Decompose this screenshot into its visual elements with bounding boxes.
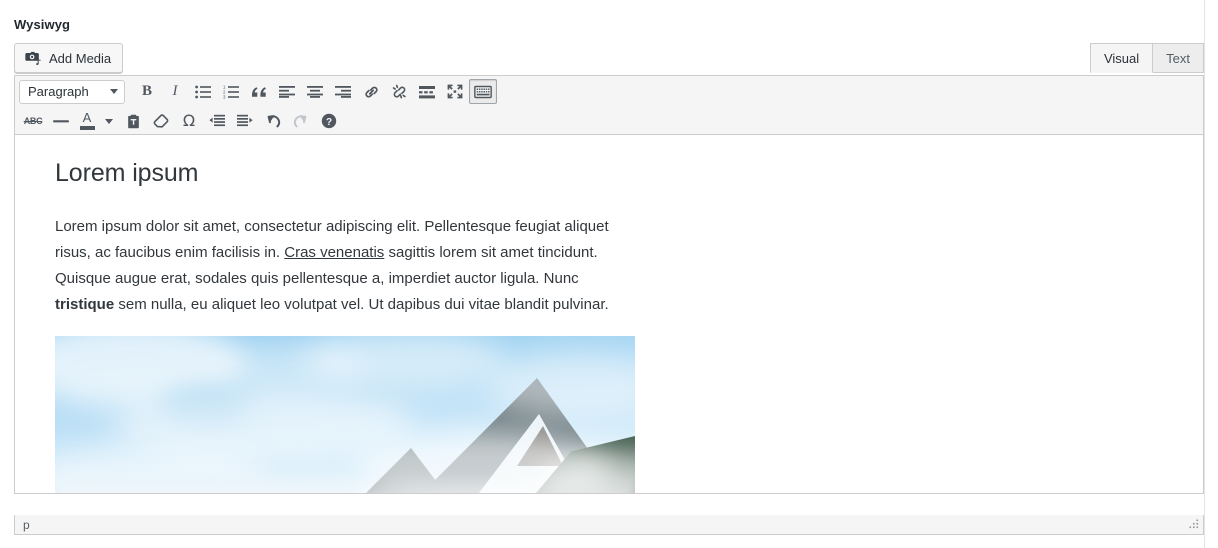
paste-as-text-button[interactable] [119, 109, 147, 134]
tab-text-label: Text [1166, 50, 1190, 66]
horizontal-line-button[interactable] [47, 109, 75, 134]
element-path[interactable]: p [23, 518, 30, 532]
editor-content-area[interactable]: Lorem ipsum Lorem ipsum dolor sit amet, … [14, 135, 1204, 494]
text-color-dropdown[interactable] [99, 109, 119, 134]
question-mark-circle-icon: ? [321, 113, 337, 129]
page-title: Wysiwyg [14, 17, 71, 32]
increase-indent-button[interactable] [231, 109, 259, 134]
keyboard-icon [474, 85, 492, 99]
fullscreen-button[interactable] [441, 79, 469, 104]
indent-icon [237, 114, 253, 128]
page-edge-divider [1204, 0, 1205, 548]
tab-visual[interactable]: Visual [1089, 43, 1154, 73]
document-body[interactable]: Lorem ipsum Lorem ipsum dolor sit amet, … [15, 135, 1203, 493]
align-right-icon [335, 85, 351, 99]
inline-bold: tristique [55, 296, 115, 313]
clipboard-text-icon [126, 114, 141, 129]
inline-link[interactable]: Cras venenatis [284, 244, 384, 261]
align-right-button[interactable] [329, 79, 357, 104]
omega-icon: Ω [182, 111, 196, 130]
keyboard-shortcuts-button[interactable] [469, 79, 497, 104]
bulleted-list-button[interactable] [189, 79, 217, 104]
toolbar-row-primary: Paragraph B I 1 2 3 [15, 76, 1203, 106]
align-left-icon [279, 85, 295, 99]
read-more-button[interactable] [413, 79, 441, 104]
align-center-icon [307, 85, 323, 99]
text-color-button[interactable]: A [75, 109, 99, 134]
svg-text:?: ? [326, 117, 332, 128]
broken-link-icon [391, 84, 408, 99]
help-button[interactable]: ? [315, 109, 343, 134]
add-media-button[interactable]: Add Media [14, 43, 124, 73]
italic-icon: I [172, 83, 178, 99]
chevron-down-icon [110, 89, 118, 94]
bold-button[interactable]: B [133, 79, 161, 104]
ordered-list-icon: 1 2 3 [223, 85, 239, 99]
align-center-button[interactable] [301, 79, 329, 104]
numbered-list-button[interactable]: 1 2 3 [217, 79, 245, 104]
text-color-icon: A [82, 110, 92, 125]
chevron-down-icon [105, 118, 113, 124]
align-left-button[interactable] [273, 79, 301, 104]
eraser-icon [153, 113, 169, 129]
cloud-shape [215, 340, 365, 390]
svg-text:3: 3 [223, 94, 226, 98]
paragraph-segment-3: sem nulla, eu aliquet leo volutpat vel. … [114, 296, 609, 313]
decrease-indent-button[interactable] [203, 109, 231, 134]
wysiwyg-editor-screen: Wysiwyg Add Media Visual Text Paragraph … [0, 0, 1218, 548]
undo-arrow-icon [265, 114, 281, 129]
fullscreen-arrows-icon [447, 84, 463, 99]
editor-resize-handle[interactable] [1187, 518, 1200, 531]
strikethrough-button[interactable]: ABC [19, 109, 47, 134]
read-more-icon [419, 85, 435, 99]
special-character-button[interactable]: Ω [175, 109, 203, 134]
editor-status-bar: p [14, 515, 1204, 535]
insert-link-button[interactable] [357, 79, 385, 104]
editor-mode-tabs: Visual Text [1089, 42, 1204, 73]
media-camera-note-icon [24, 49, 42, 67]
strikethrough-icon: ABC [23, 116, 43, 126]
tab-text[interactable]: Text [1153, 43, 1204, 73]
blockquote-button[interactable] [245, 79, 273, 104]
horizontal-rule-icon [53, 114, 69, 128]
undo-button[interactable] [259, 109, 287, 134]
tab-visual-label: Visual [1103, 50, 1140, 66]
quote-icon [251, 85, 268, 99]
document-heading: Lorem ipsum [55, 159, 199, 187]
document-paragraph: Lorem ipsum dolor sit amet, consectetur … [55, 214, 627, 318]
mist-overlay [55, 472, 635, 493]
block-format-select[interactable]: Paragraph [19, 79, 125, 104]
remove-link-button[interactable] [385, 79, 413, 104]
outdent-icon [209, 114, 225, 128]
block-format-value: Paragraph [28, 84, 89, 99]
mountain-photo[interactable] [55, 336, 635, 493]
add-media-label: Add Media [49, 50, 112, 66]
unordered-list-icon [195, 85, 211, 99]
clear-formatting-button[interactable] [147, 109, 175, 134]
editor-top-bar: Add Media Visual Text [14, 43, 1204, 73]
italic-button[interactable]: I [161, 79, 189, 104]
text-color-swatch [79, 126, 95, 130]
redo-arrow-icon [293, 114, 309, 129]
toolbar-row-secondary: ABC A Ω ? [15, 106, 1203, 136]
bold-icon: B [141, 83, 152, 99]
redo-button[interactable] [287, 109, 315, 134]
editor-toolbar: Paragraph B I 1 2 3 ABC A Ω ? [14, 75, 1204, 135]
editor-container: Add Media Visual Text Paragraph B I 1 2 … [14, 43, 1204, 535]
link-icon [363, 84, 380, 99]
